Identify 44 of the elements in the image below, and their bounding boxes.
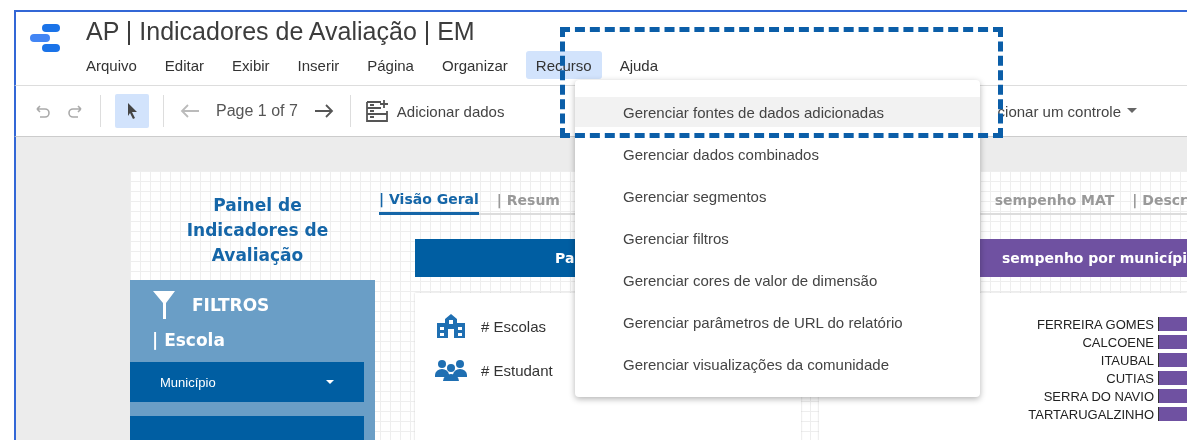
bar (1158, 407, 1187, 421)
menu-option[interactable]: Gerenciar fontes de dados adicionadas (575, 97, 980, 127)
bar-label: CALCOENE (1082, 334, 1154, 350)
dropdown-filter[interactable]: Município (130, 362, 364, 402)
menu-option[interactable]: Gerenciar dados combinados (575, 139, 980, 169)
dashboard-title: Painel de Indicadores de Avaliação (185, 194, 330, 267)
menu-option[interactable]: Gerenciar parâmetros de URL do relatório (575, 307, 980, 337)
report-title: AP | Indicadores de Avaliação | EM (86, 16, 476, 46)
pointer-icon[interactable] (115, 94, 149, 128)
menu-option[interactable]: Gerenciar cores de valor de dimensão (575, 265, 980, 295)
filter-heading: FILTROS (192, 295, 270, 315)
bar-label: TARTARUGALZINHO (1028, 406, 1154, 422)
menu-item[interactable]: Ajuda (609, 51, 669, 79)
bar (1158, 335, 1187, 349)
menu-item[interactable]: Arquivo (76, 51, 147, 79)
menu-option[interactable]: Gerenciar filtros (575, 223, 980, 253)
bar-label: SERRA DO NAVIO (1043, 388, 1154, 404)
add-data-button[interactable]: Adicionar dados (364, 99, 505, 123)
add-data-icon (364, 99, 391, 123)
bar-label: ITAUBAL (1100, 352, 1154, 368)
menu-option[interactable]: Gerenciar segmentos (575, 181, 980, 211)
menu-item[interactable]: Exibir (222, 51, 280, 79)
menu-item[interactable]: Página (357, 51, 424, 79)
menu-option[interactable]: Gerenciar visualizações da comunidade (575, 349, 980, 379)
people-icon (435, 359, 467, 381)
caret-icon (1127, 108, 1137, 114)
kpi-label: # Escolas (481, 317, 547, 335)
menu-item[interactable]: Inserir (287, 51, 350, 79)
bar (1158, 371, 1187, 385)
bar-label: CUTIAS (1106, 370, 1154, 386)
school-icon (435, 313, 467, 339)
report-tab[interactable]: | Visão Geral (379, 191, 479, 215)
kpi-label: # Estudant (481, 361, 553, 379)
bar (1158, 389, 1187, 403)
menu-item[interactable]: Organizar (431, 51, 518, 79)
menu-item[interactable]: Editar (154, 51, 215, 79)
filter-section-title: | Escola (151, 329, 226, 352)
bar (1158, 317, 1187, 331)
menu-item[interactable]: Recurso (525, 51, 602, 79)
caret-icon (326, 380, 334, 384)
bar (1158, 353, 1187, 367)
bar-label: FERREIRA GOMES (1036, 316, 1154, 332)
page-indicator: Page 1 of 7 (216, 102, 298, 120)
filter-icon (152, 290, 176, 320)
